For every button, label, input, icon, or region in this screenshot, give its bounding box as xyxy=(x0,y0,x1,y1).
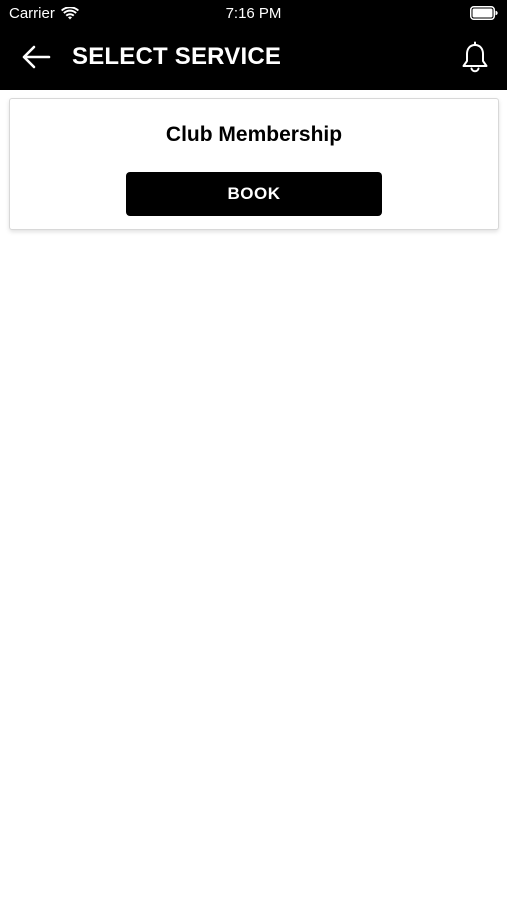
navigation-bar: SELECT SERVICE xyxy=(0,28,507,90)
book-button[interactable]: BOOK xyxy=(126,172,382,216)
bell-icon xyxy=(462,41,488,73)
service-name: Club Membership xyxy=(165,123,343,146)
battery-full-icon xyxy=(470,6,498,20)
page-title: SELECT SERVICE xyxy=(72,43,282,70)
service-card: Club Membership BOOK xyxy=(9,98,499,230)
status-time: 7:16 PM xyxy=(225,5,282,22)
status-bar: Carrier 7:16 PM xyxy=(0,0,507,28)
notifications-button[interactable] xyxy=(459,40,491,74)
app-header: Carrier 7:16 PM SELECT SERVICE xyxy=(0,0,507,90)
back-button[interactable] xyxy=(18,42,54,72)
arrow-left-icon xyxy=(22,45,51,69)
